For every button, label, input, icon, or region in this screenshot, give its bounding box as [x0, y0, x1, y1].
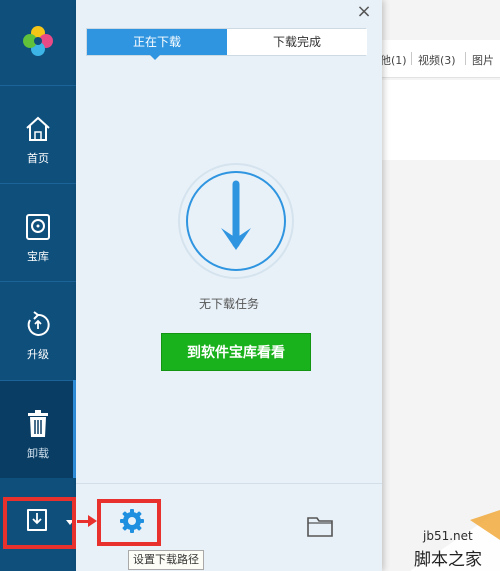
goto-treasury-button[interactable]: 到软件宝库看看 [161, 333, 311, 371]
watermark-name: 脚本之家 [414, 550, 482, 570]
disk-icon [26, 214, 50, 240]
tab-completed[interactable]: 下载完成 [227, 29, 367, 55]
watermark-url: jb51.net [423, 529, 473, 543]
tab-separator [465, 52, 466, 65]
sidebar-item-label: 宝库 [27, 250, 49, 263]
empty-message: 无下载任务 [198, 297, 259, 311]
trash-icon [28, 410, 48, 437]
download-tabs: 正在下载 下载完成 [86, 28, 367, 56]
download-panel: × 正在下载 下载完成 无下载任务 到软件宝库看看 设置下载路径 [76, 0, 382, 571]
settings-tooltip: 设置下载路径 [128, 550, 204, 570]
tab-downloading[interactable]: 正在下载 [87, 29, 227, 55]
background-tab-video[interactable]: 视频(3) [418, 52, 456, 68]
highlight-box [97, 499, 161, 546]
folder-icon[interactable] [306, 514, 334, 538]
sidebar: 首页 宝库 升级 卸载 [0, 0, 76, 571]
sidebar-item-label: 首页 [27, 152, 49, 165]
background-tab-other[interactable]: 他(1) [380, 52, 407, 68]
home-icon [26, 116, 50, 141]
tab-separator [411, 52, 412, 65]
annotation-arrow-head [88, 515, 97, 527]
sidebar-item-label: 卸载 [27, 447, 49, 460]
background-content [380, 80, 500, 160]
sidebar-item-uninstall[interactable]: 卸载 [0, 380, 76, 478]
sidebar-item-upgrade[interactable]: 升级 [0, 281, 76, 379]
upgrade-icon [27, 311, 50, 336]
sidebar-item-home[interactable]: 首页 [0, 85, 76, 183]
highlight-box [3, 497, 76, 549]
close-button[interactable]: × [356, 3, 372, 21]
background-tab-image[interactable]: 图片 [472, 52, 494, 68]
download-arrow-icon [178, 163, 294, 279]
tab-pointer [150, 55, 160, 60]
sidebar-item-label: 升级 [27, 348, 49, 361]
app-logo-icon [23, 26, 53, 56]
sidebar-item-treasury[interactable]: 宝库 [0, 183, 76, 281]
